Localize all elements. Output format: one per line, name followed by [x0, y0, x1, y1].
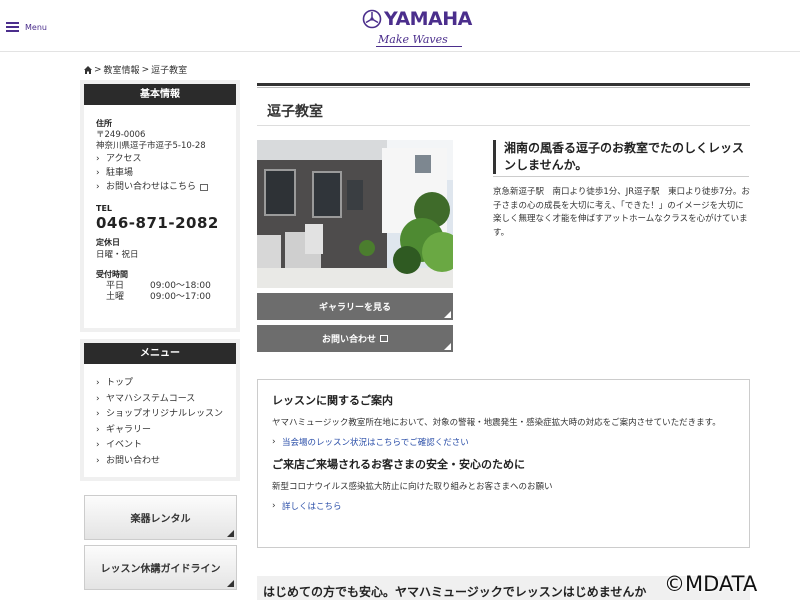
lesson-cancel-guideline-button[interactable]: レッスン休講ガイドライン: [84, 545, 237, 590]
catch-divider: [493, 176, 749, 177]
parking-link-label: 駐車場: [106, 168, 134, 178]
page-title: 逗子教室: [267, 104, 323, 120]
instrument-rental-label: 楽器レンタル: [130, 514, 191, 525]
reception-hours-label: 受付時間: [96, 270, 128, 279]
corner-arrow-icon: [444, 311, 451, 318]
inquiry-link-label: お問い合わせはこちら: [106, 182, 197, 192]
menu-button[interactable]: Menu: [6, 22, 47, 32]
notice-heading-safety: ご来店ご来場されるお客さまの安全・安心のために: [272, 458, 525, 471]
chevron-right-icon: ›: [96, 154, 100, 164]
lesson-status-link[interactable]: › 当会場のレッスン状況はこちらでご確認ください: [272, 436, 735, 448]
chevron-right-icon: ›: [96, 393, 100, 404]
corner-arrow-icon: [227, 580, 234, 587]
menu-item-label: トップ: [106, 378, 134, 388]
details-link[interactable]: › 詳しくはこちら: [272, 500, 735, 512]
logo-wordmark: YAMAHA: [384, 8, 472, 30]
menu-item-label: ギャラリー: [106, 424, 152, 435]
address-text: 神奈川県逗子市逗子5-10-28: [96, 141, 206, 151]
menu-heading: メニュー: [84, 343, 236, 364]
gallery-button[interactable]: ギャラリーを見る: [257, 293, 453, 320]
chevron-right-icon: ›: [96, 455, 100, 466]
menu-item-label: ヤマハシステムコース: [106, 393, 196, 404]
chevron-right-icon: ›: [96, 409, 100, 419]
chevron-right-icon: ›: [96, 440, 100, 450]
title-rule: [257, 83, 750, 86]
corner-arrow-icon: [227, 530, 234, 537]
menu-item-top[interactable]: › トップ: [96, 376, 224, 392]
hours-day: 平日: [106, 281, 125, 291]
lesson-cancel-guideline-label: レッスン休講ガイドライン: [100, 564, 221, 575]
hours-time: 09:00～17:00: [150, 292, 211, 302]
breadcrumb-item-current: 逗子教室: [151, 66, 188, 76]
classroom-photo: [257, 140, 453, 288]
corner-arrow-icon: [444, 343, 451, 350]
logo-tagline: Make Waves: [378, 33, 448, 46]
menu-item-original-lesson[interactable]: › ショップオリジナルレッスン: [96, 407, 224, 423]
title-rule-thin: [257, 87, 750, 88]
menu-item-label: ショップオリジナルレッスン: [106, 409, 224, 419]
external-window-icon: [200, 183, 209, 191]
details-link-label: 詳しくはこちら: [282, 502, 342, 512]
notice-text-lesson: ヤマハミュージック教室所在地において、対象の警報・地震発生・感染症拡大時の対応を…: [272, 418, 721, 428]
menu-box: メニュー › トップ › ヤマハシステムコース › ショップオリジナルレッスン › ギャ…: [84, 343, 236, 477]
external-window-icon: [380, 335, 388, 342]
menu-item-system-course[interactable]: › ヤマハシステムコース: [96, 392, 224, 408]
inquiry-link[interactable]: › お問い合わせはこちら: [96, 180, 224, 194]
chevron-right-icon: ›: [96, 182, 100, 192]
chevron-right-icon: ›: [96, 424, 100, 435]
tuning-fork-logo-icon: [362, 9, 382, 29]
home-icon[interactable]: [84, 65, 92, 74]
site-header: Menu YAMAHA Make Waves: [0, 0, 800, 52]
notice-heading-lesson: レッスンに関するご案内: [272, 394, 393, 407]
breadcrumb-separator: >: [94, 64, 102, 75]
notice-text-safety: 新型コロナウイルス感染拡大防止に向けた取り組みとお客さまへのお願い: [272, 482, 553, 492]
chevron-right-icon: ›: [272, 501, 276, 511]
instrument-rental-button[interactable]: 楽器レンタル: [84, 495, 237, 540]
breadcrumb-separator: >: [141, 64, 150, 75]
parking-link[interactable]: › 駐車場: [96, 166, 224, 180]
basic-info-heading: 基本情報: [84, 84, 236, 105]
contact-button[interactable]: お問い合わせ: [257, 325, 453, 352]
gallery-button-label: ギャラリーを見る: [318, 303, 391, 313]
menu-item-event[interactable]: › イベント: [96, 438, 224, 454]
hours-day: 土曜: [106, 292, 125, 302]
menu-item-label: お問い合わせ: [106, 455, 161, 466]
reception-hours-table: 平日 09:00～18:00 土曜 09:00～17:00: [96, 281, 224, 303]
breadcrumb: > 教室情報 > 逗子教室: [84, 63, 187, 76]
closed-days-label: 定休日: [96, 238, 120, 247]
chevron-right-icon: ›: [272, 437, 276, 447]
hamburger-icon: [6, 22, 19, 32]
contact-button-label: お問い合わせ: [321, 335, 376, 345]
menu-item-label: イベント: [106, 440, 143, 450]
menu-item-gallery[interactable]: › ギャラリー: [96, 423, 224, 439]
catch-copy: 湘南の風香る逗子のお教室でたのしくレッスンしませんか。: [493, 140, 749, 174]
menu-label: Menu: [25, 22, 47, 32]
access-link-label: アクセス: [106, 154, 142, 164]
title-divider: [257, 125, 750, 126]
intro-heading: はじめての方でも安心。ヤマハミュージックでレッスンはじめませんか: [263, 585, 647, 599]
menu-item-contact[interactable]: › お問い合わせ: [96, 454, 224, 470]
watermark: ©MDATA: [664, 572, 758, 596]
closed-days: 日曜・祝日: [96, 250, 139, 260]
access-link[interactable]: › アクセス: [96, 152, 224, 166]
lesson-notice-box: レッスンに関するご案内 ヤマハミュージック教室所在地において、対象の警報・地震発…: [257, 379, 750, 548]
tagline-underline: [376, 46, 462, 47]
chevron-right-icon: ›: [96, 378, 100, 388]
building-image: [257, 140, 453, 288]
breadcrumb-item-classroom-info[interactable]: 教室情報: [104, 63, 140, 76]
tel-number[interactable]: 046-871-2082: [96, 216, 224, 231]
basic-info-box: 基本情報 住所 〒249-0006 神奈川県逗子市逗子5-10-28 › アクセス…: [84, 84, 236, 328]
yamaha-logo[interactable]: YAMAHA Make Waves: [362, 8, 472, 50]
lesson-status-link-label: 当会場のレッスン状況はこちらでご確認ください: [282, 438, 469, 448]
chevron-right-icon: ›: [96, 168, 100, 178]
postal-code: 〒249-0006: [96, 130, 146, 140]
address-label: 住所: [96, 119, 112, 128]
hours-time: 09:00～18:00: [150, 281, 211, 291]
classroom-description: 京急新逗子駅 南口より徒歩1分、JR逗子駅 東口より徒歩7分。お子さまの心の成長…: [493, 187, 750, 238]
